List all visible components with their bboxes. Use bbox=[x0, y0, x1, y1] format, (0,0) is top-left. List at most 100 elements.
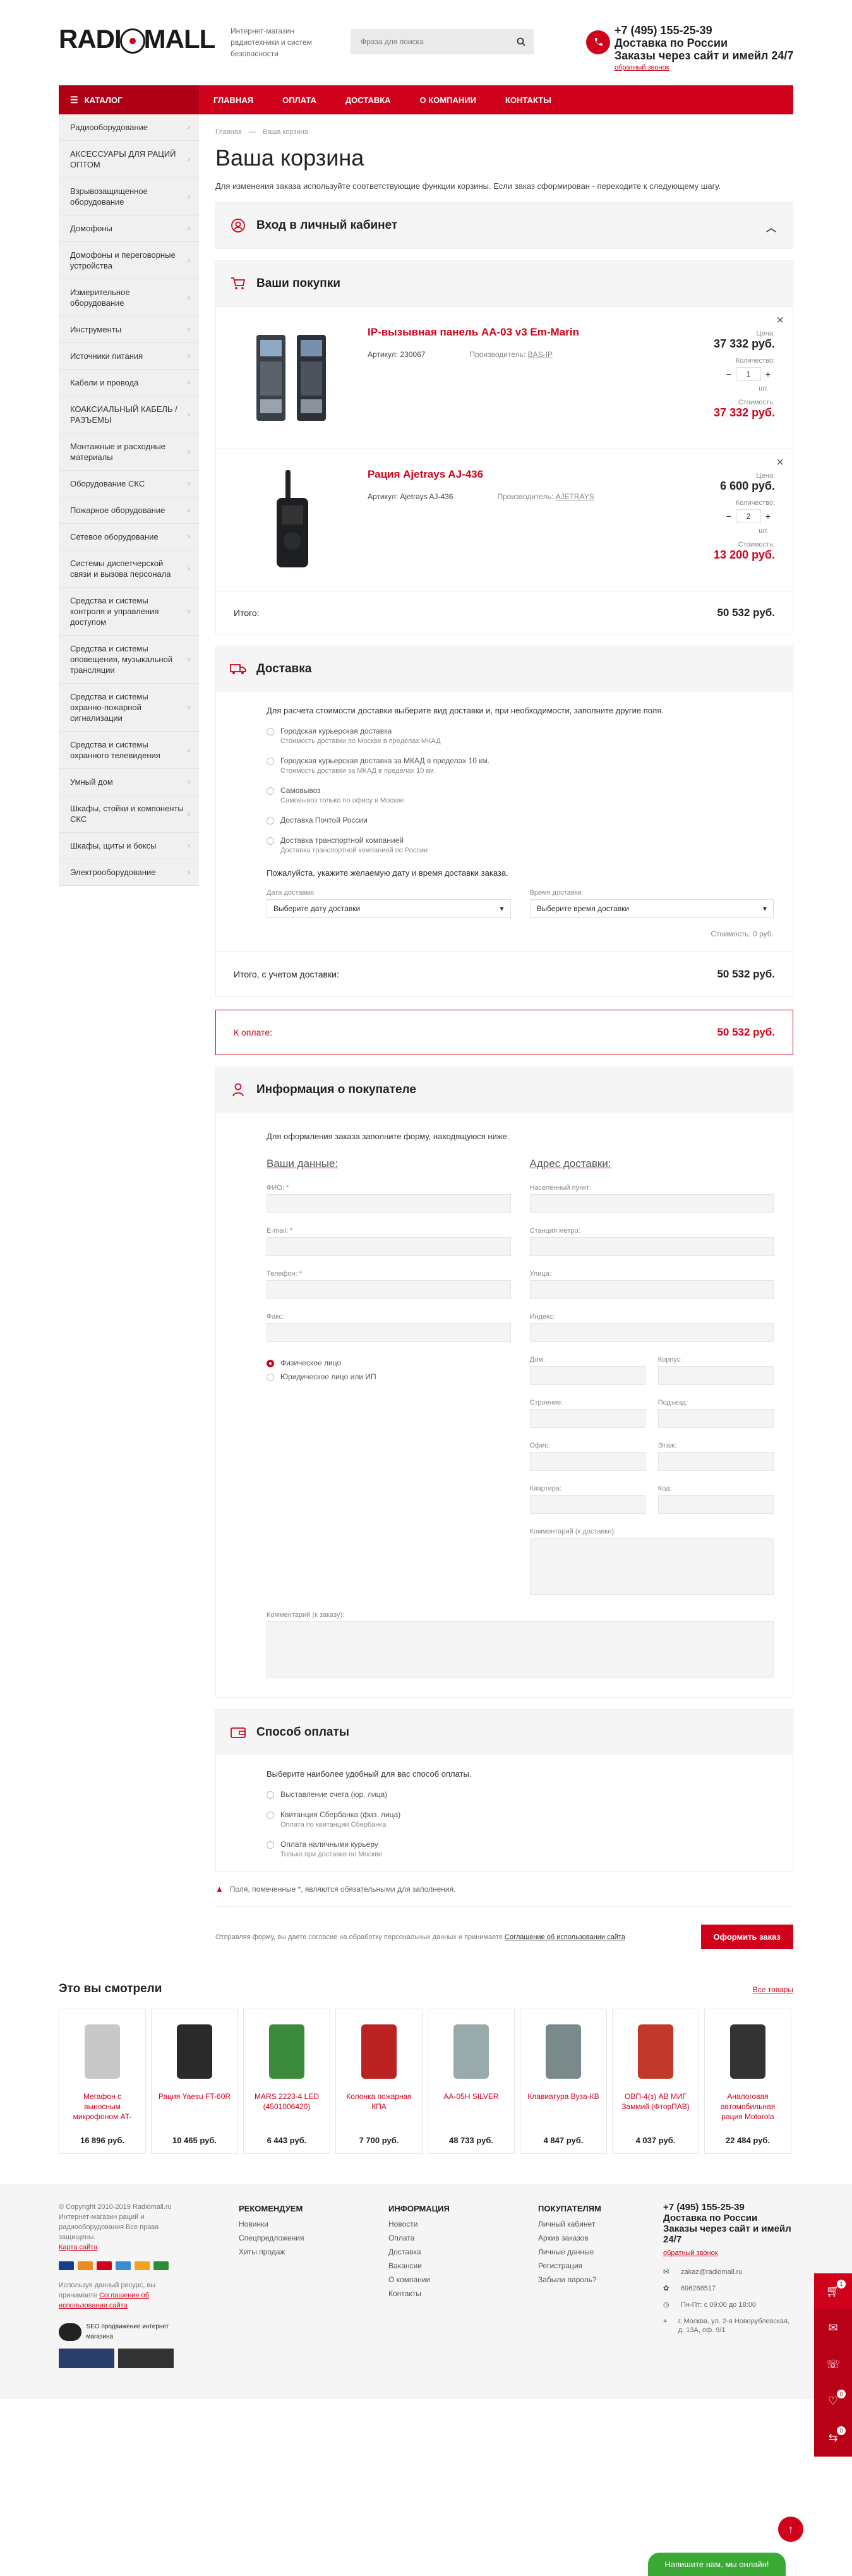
product-image[interactable] bbox=[525, 2017, 601, 2086]
sidebar-item[interactable]: Кабели и провода › bbox=[59, 370, 199, 396]
radio-button[interactable] bbox=[267, 1360, 274, 1367]
delivery-option[interactable]: Доставка Почтой России bbox=[267, 816, 774, 825]
text-input[interactable] bbox=[529, 1366, 645, 1385]
footer-link[interactable]: Контакты bbox=[388, 2287, 450, 2301]
sidebar-item[interactable]: Сетевое оборудование › bbox=[59, 524, 199, 550]
footer-phone[interactable]: +7 (495) 155-25-39 bbox=[663, 2202, 796, 2213]
sidebar-item[interactable]: Электрооборудование › bbox=[59, 859, 199, 886]
sidebar-item[interactable]: Умный дом › bbox=[59, 769, 199, 795]
chat-widget[interactable]: Напишите нам, мы онлайн! bbox=[648, 2553, 786, 2576]
product-image[interactable] bbox=[618, 2017, 693, 2086]
footer-link[interactable]: Хиты продаж bbox=[239, 2245, 304, 2259]
product-name[interactable]: Рация Yaesu FT-60R bbox=[157, 2091, 232, 2132]
sidebar-item[interactable]: Средства и системы контроля и управления… bbox=[59, 588, 199, 636]
product-name[interactable]: MARS 2223-4 LED (4501006420) bbox=[249, 2091, 325, 2132]
consent-link[interactable]: Соглашение об использовании сайта bbox=[505, 1933, 625, 1941]
radio-button[interactable] bbox=[267, 1841, 274, 1849]
footer-link[interactable]: Доставка bbox=[388, 2245, 450, 2259]
text-input[interactable] bbox=[267, 1280, 511, 1299]
product-image[interactable] bbox=[710, 2017, 786, 2086]
sidebar-item[interactable]: Радиооборудование › bbox=[59, 114, 199, 141]
nav-delivery[interactable]: ДОСТАВКА bbox=[331, 95, 405, 105]
radio-button[interactable] bbox=[267, 837, 274, 845]
float-cart-button[interactable]: 🛒︎ 1 bbox=[814, 2273, 852, 2310]
sidebar-item[interactable]: Средства и системы охранного телевидения… bbox=[59, 732, 199, 769]
viewed-product-card[interactable]: Мегафон с выносным микрофоном AT- 16 896 … bbox=[59, 2009, 146, 2154]
product-name[interactable]: Мегафон с выносным микрофоном AT- bbox=[64, 2091, 140, 2132]
float-mail-button[interactable]: ✉ bbox=[814, 2310, 852, 2347]
product-image[interactable] bbox=[64, 2017, 140, 2086]
text-input[interactable] bbox=[657, 1409, 774, 1428]
delivery-option[interactable]: Городская курьерская доставка Стоимость д… bbox=[267, 727, 774, 745]
nav-about[interactable]: О КОМПАНИИ bbox=[405, 95, 491, 105]
search-input[interactable] bbox=[351, 37, 508, 46]
text-input[interactable] bbox=[529, 1323, 774, 1342]
product-name[interactable]: ОВП-4(з) АВ МИГ Заммий (ФторПАВ) bbox=[618, 2091, 693, 2132]
viewed-product-card[interactable]: Колонка пожарная КПА 7 700 руб. bbox=[335, 2009, 423, 2154]
viewed-product-card[interactable]: MARS 2223-4 LED (4501006420) 6 443 руб. bbox=[243, 2009, 330, 2154]
person-type-option[interactable]: Юридическое лицо или ИП bbox=[267, 1372, 511, 1381]
product-name[interactable]: Аналоговая автомобильная рация Motorola bbox=[710, 2091, 786, 2132]
sidebar-item[interactable]: Монтажные и расходные материалы › bbox=[59, 433, 199, 471]
footer-link[interactable]: Новинки bbox=[239, 2217, 304, 2231]
remove-item-icon[interactable]: × bbox=[776, 456, 784, 470]
footer-link[interactable]: Личные данные bbox=[538, 2245, 601, 2259]
cart-item-name[interactable]: Рация Ajetrays AJ-436 bbox=[368, 468, 704, 481]
sidebar-item[interactable]: КОАКСИАЛЬНЫЙ КАБЕЛЬ / РАЗЪЕМЫ › bbox=[59, 396, 199, 433]
footer-link[interactable]: Регистрация bbox=[538, 2259, 601, 2273]
footer-link[interactable]: Забыли пароль? bbox=[538, 2273, 601, 2287]
footer-link[interactable]: Новости bbox=[388, 2217, 450, 2231]
payment-option[interactable]: Выставление счета (юр. лица) bbox=[267, 1790, 774, 1799]
search-button[interactable] bbox=[508, 29, 534, 54]
text-input[interactable] bbox=[267, 1323, 511, 1342]
manufacturer-link[interactable]: AJETRAYS bbox=[556, 492, 594, 501]
delivery-time-select[interactable]: Выберите время доставки ▾ bbox=[529, 899, 774, 918]
footer-email[interactable]: zakaz@radiomall.ru bbox=[681, 2268, 742, 2277]
radio-button[interactable] bbox=[267, 787, 274, 795]
radio-button[interactable] bbox=[267, 758, 274, 765]
delivery-option[interactable]: Доставка транспортной компанией Доставка … bbox=[267, 836, 774, 854]
sidebar-item[interactable]: Источники питания › bbox=[59, 343, 199, 370]
delivery-option[interactable]: Городская курьерская доставка за МКАД в … bbox=[267, 756, 774, 775]
text-input[interactable] bbox=[267, 1194, 511, 1213]
viewed-product-card[interactable]: Аналоговая автомобильная рация Motorola 2… bbox=[704, 2009, 791, 2154]
text-input[interactable] bbox=[267, 1237, 511, 1256]
radio-button[interactable] bbox=[267, 1791, 274, 1799]
text-input[interactable] bbox=[529, 1280, 774, 1299]
delivery-date-select[interactable]: Выберите дату доставки ▾ bbox=[267, 899, 511, 918]
sidebar-item[interactable]: Пожарное оборудование › bbox=[59, 497, 199, 524]
site-logo[interactable]: RADI MALL bbox=[59, 24, 215, 54]
sidebar-item[interactable]: Средства и системы оповещения, музыкальн… bbox=[59, 636, 199, 684]
catalog-button[interactable]: ☰ КАТАЛОГ bbox=[59, 85, 199, 114]
sitemap-link[interactable]: Карта сайта bbox=[59, 2242, 185, 2252]
radio-button[interactable] bbox=[267, 1374, 274, 1381]
viewed-product-card[interactable]: Рация Yaesu FT-60R 10 465 руб. bbox=[151, 2009, 238, 2154]
delivery-comment-input[interactable] bbox=[529, 1538, 774, 1595]
text-input[interactable] bbox=[657, 1366, 774, 1385]
footer-link[interactable]: Вакансии bbox=[388, 2259, 450, 2273]
callback-link[interactable]: обратный звонок bbox=[615, 64, 795, 71]
all-products-link[interactable]: Все товары bbox=[753, 1985, 793, 1994]
breadcrumb-home[interactable]: Главная bbox=[215, 128, 242, 136]
footer-link[interactable]: Архив заказов bbox=[538, 2231, 601, 2245]
text-input[interactable] bbox=[529, 1495, 645, 1514]
product-image[interactable] bbox=[341, 2017, 417, 2086]
header-phone[interactable]: +7 (495) 155-25-39 bbox=[615, 24, 795, 37]
cart-item-name[interactable]: IP-вызывная панель AA-03 v3 Em-Marin bbox=[368, 326, 704, 339]
sidebar-item[interactable]: Оборудование СКС › bbox=[59, 471, 199, 497]
viewed-product-card[interactable]: ОВП-4(з) АВ МИГ Заммий (ФторПАВ) 4 037 ру… bbox=[612, 2009, 699, 2154]
nav-contacts[interactable]: КОНТАКТЫ bbox=[491, 95, 566, 105]
qty-minus-button[interactable]: − bbox=[722, 511, 736, 521]
float-compare-button[interactable]: ⇆ 0 bbox=[814, 2420, 852, 2457]
product-name[interactable]: Колонка пожарная КПА bbox=[341, 2091, 417, 2132]
payment-option[interactable]: Оплата наличными курьеру Только при доста… bbox=[267, 1840, 774, 1858]
product-name[interactable]: AA-05H SILVER bbox=[433, 2091, 509, 2132]
sidebar-item[interactable]: Взрывозащищенное оборудование › bbox=[59, 178, 199, 215]
text-input[interactable] bbox=[657, 1495, 774, 1514]
product-name[interactable]: Клавиатура Вуза-КВ bbox=[525, 2091, 601, 2132]
remove-item-icon[interactable]: × bbox=[776, 313, 784, 328]
radio-button[interactable] bbox=[267, 817, 274, 825]
footer-link[interactable]: Личный кабинет bbox=[538, 2217, 601, 2231]
scroll-top-button[interactable]: ↑ bbox=[778, 2517, 803, 2542]
text-input[interactable] bbox=[529, 1409, 645, 1428]
